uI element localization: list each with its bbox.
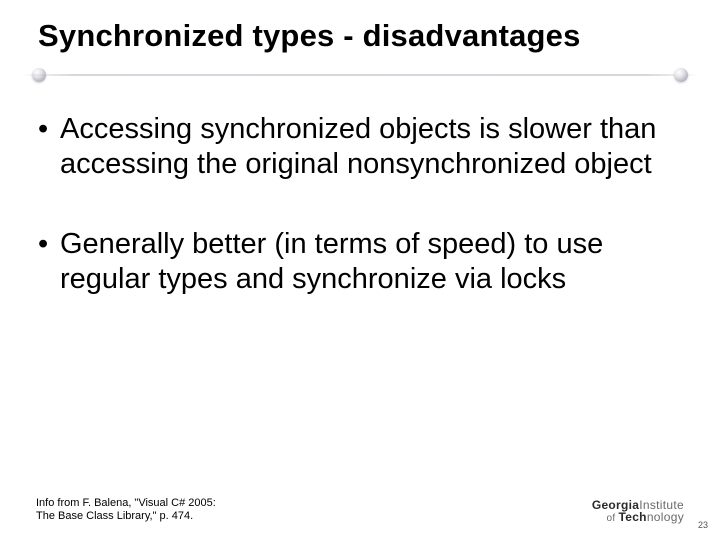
logo-word: of [606,513,618,524]
bullet-dot-icon: • [38,112,60,147]
bullet-text: Accessing synchronized objects is slower… [60,112,682,183]
bullet-item: • Generally better (in terms of speed) t… [38,227,682,298]
divider-line [20,74,700,76]
slide-body: • Accessing synchronized objects is slow… [32,112,688,298]
bullet-item: • Accessing synchronized objects is slow… [38,112,682,183]
logo-word: nology [647,510,684,524]
logo-text: GeorgiaInstitute of Technology [592,499,684,524]
citation: Info from F. Balena, "Visual C# 2005: Th… [36,497,216,525]
slide-footer: Info from F. Balena, "Visual C# 2005: Th… [36,497,684,525]
slide-title: Synchronized types - disadvantages [32,18,688,54]
institution-logo: GeorgiaInstitute of Technology [592,499,684,524]
divider-bead-right-icon [674,68,688,82]
page-number: 23 [698,520,708,530]
logo-word: Tech [619,510,647,524]
bullet-dot-icon: • [38,227,60,262]
slide: Synchronized types - disadvantages • Acc… [0,0,720,540]
citation-line: The Base Class Library," p. 474. [36,510,216,524]
citation-line: Info from F. Balena, "Visual C# 2005: [36,497,216,511]
bullet-text: Generally better (in terms of speed) to … [60,227,682,298]
title-divider [32,64,688,84]
